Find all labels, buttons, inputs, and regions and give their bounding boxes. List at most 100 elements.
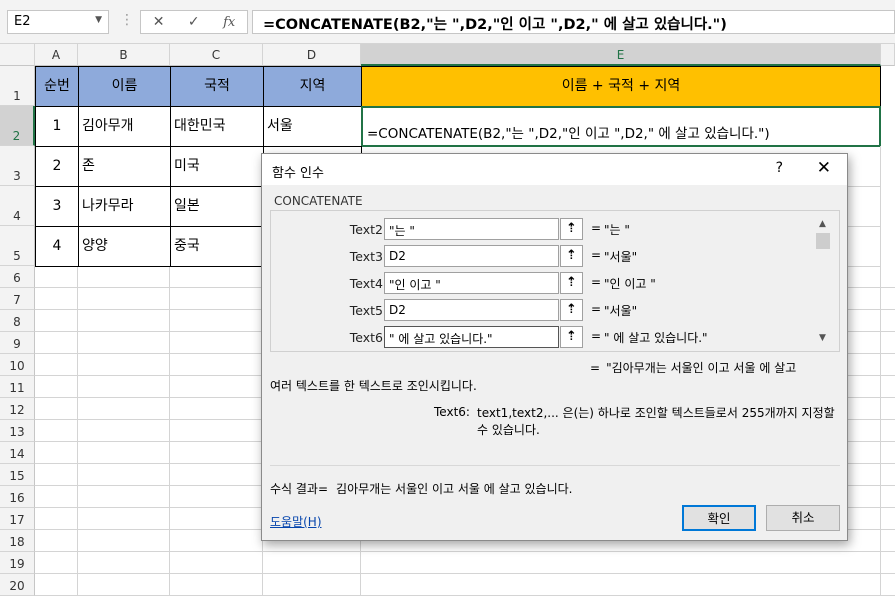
equals-sign: = bbox=[591, 302, 602, 316]
formula-buttons: ✕ ✓ fx bbox=[140, 10, 248, 34]
header-cell-nationality[interactable]: 국적 bbox=[170, 66, 264, 107]
row-header[interactable]: 19 bbox=[0, 552, 35, 574]
argument-input-active[interactable]: " 에 살고 있습니다." bbox=[384, 326, 559, 348]
collapse-dialog-icon[interactable]: ⇡ bbox=[560, 218, 583, 240]
row-header[interactable]: 2 bbox=[0, 106, 35, 146]
row-number: 4 bbox=[13, 209, 21, 223]
scroll-down-icon[interactable]: ▼ bbox=[814, 333, 831, 343]
argument-label: Text3 bbox=[349, 249, 383, 264]
argument-input[interactable]: "는 " bbox=[384, 218, 559, 240]
function-name: CONCATENATE bbox=[274, 194, 363, 208]
arguments-panel: Text2 "는 " ⇡ = "는 " Text3 D2 ⇡ = "서울" Te… bbox=[270, 210, 840, 352]
cell-a2[interactable]: 1 bbox=[35, 106, 79, 147]
column-header-b[interactable]: B bbox=[78, 44, 170, 66]
column-header-e[interactable]: E bbox=[361, 44, 881, 66]
help-question-icon[interactable]: ? bbox=[776, 160, 783, 176]
row-number: 11 bbox=[9, 381, 25, 395]
row-header[interactable]: 3 bbox=[0, 146, 35, 186]
row-header[interactable]: 17 bbox=[0, 508, 35, 530]
cell-b3[interactable]: 존 bbox=[78, 146, 171, 187]
row-number: 9 bbox=[13, 337, 21, 351]
scroll-thumb[interactable] bbox=[816, 233, 830, 249]
row-header[interactable]: 11 bbox=[0, 376, 35, 398]
cell-a4[interactable]: 3 bbox=[35, 186, 79, 227]
row-header[interactable]: 7 bbox=[0, 288, 35, 310]
cell-c4[interactable]: 일본 bbox=[170, 186, 264, 227]
argument-input[interactable]: "인 이고 " bbox=[384, 272, 559, 294]
row-header[interactable]: 15 bbox=[0, 464, 35, 486]
cancel-button[interactable]: 취소 bbox=[766, 505, 840, 531]
name-box[interactable]: E2 ▼ bbox=[7, 10, 109, 34]
collapse-dialog-icon[interactable]: ⇡ bbox=[560, 272, 583, 294]
cell-b5[interactable]: 양양 bbox=[78, 226, 171, 267]
row-number: 14 bbox=[9, 447, 25, 461]
row-header[interactable]: 18 bbox=[0, 530, 35, 552]
formula-input[interactable]: =CONCATENATE(B2,"는 ",D2,"인 이고 ",D2," 에 살… bbox=[252, 10, 895, 34]
equals-sign: = bbox=[591, 329, 602, 343]
name-box-value: E2 bbox=[14, 14, 31, 29]
column-header-d[interactable]: D bbox=[263, 44, 361, 66]
cell-b2[interactable]: 김아무개 bbox=[78, 106, 171, 147]
row-header[interactable]: 20 bbox=[0, 574, 35, 596]
select-all-corner[interactable] bbox=[0, 44, 35, 66]
argument-input[interactable]: D2 bbox=[384, 245, 559, 267]
equals-sign: = bbox=[591, 248, 602, 262]
insert-function-icon[interactable]: fx bbox=[223, 15, 235, 30]
row-header[interactable]: 13 bbox=[0, 420, 35, 442]
cell-a5[interactable]: 4 bbox=[35, 226, 79, 267]
ok-button[interactable]: 확인 bbox=[682, 505, 756, 531]
column-header-f[interactable] bbox=[881, 44, 895, 66]
header-cell-name[interactable]: 이름 bbox=[78, 66, 171, 107]
row-header[interactable]: 1 bbox=[0, 66, 35, 106]
collapse-dialog-icon[interactable]: ⇡ bbox=[560, 326, 583, 348]
collapse-dialog-icon[interactable]: ⇡ bbox=[560, 299, 583, 321]
chevron-down-icon[interactable]: ▼ bbox=[95, 15, 102, 25]
row-header[interactable]: 9 bbox=[0, 332, 35, 354]
divider bbox=[270, 465, 840, 466]
function-result-preview: = "김아무개는 서울인 이고 서울 에 살고 bbox=[590, 359, 805, 376]
cancel-edit-icon[interactable]: ✕ bbox=[153, 14, 165, 30]
equals-sign: = bbox=[591, 221, 602, 235]
argument-label: Text5 bbox=[349, 303, 383, 318]
header-cell-order[interactable]: 순번 bbox=[35, 66, 79, 107]
cell-d2[interactable]: 서울 bbox=[263, 106, 362, 147]
row-header[interactable]: 4 bbox=[0, 186, 35, 226]
column-header-a[interactable]: A bbox=[35, 44, 78, 66]
cell-a3[interactable]: 2 bbox=[35, 146, 79, 187]
row-number: 12 bbox=[9, 403, 25, 417]
row-header[interactable]: 12 bbox=[0, 398, 35, 420]
argument-row: Text2 "는 " ⇡ = "는 " bbox=[271, 217, 831, 241]
row-header[interactable]: 10 bbox=[0, 354, 35, 376]
column-header-c[interactable]: C bbox=[170, 44, 263, 66]
confirm-edit-icon[interactable]: ✓ bbox=[188, 14, 200, 30]
row-number: 6 bbox=[13, 271, 21, 285]
argument-input[interactable]: D2 bbox=[384, 299, 559, 321]
row-header[interactable]: 8 bbox=[0, 310, 35, 332]
row-number: 19 bbox=[9, 557, 25, 571]
row-header[interactable]: 5 bbox=[0, 226, 35, 266]
row-header[interactable]: 16 bbox=[0, 486, 35, 508]
cell-c5[interactable]: 중국 bbox=[170, 226, 264, 267]
header-cell-region[interactable]: 지역 bbox=[263, 66, 362, 107]
row-header[interactable]: 6 bbox=[0, 266, 35, 288]
cell-e2-active[interactable]: =CONCATENATE(B2,"는 ",D2,"인 이고 ",D2," 에 살… bbox=[361, 106, 881, 147]
equals-sign: = bbox=[590, 361, 601, 375]
argument-value: "인 이고 " bbox=[604, 277, 656, 291]
cell-b4[interactable]: 나카무라 bbox=[78, 186, 171, 227]
cell-c3[interactable]: 미국 bbox=[170, 146, 264, 187]
row-number: 18 bbox=[9, 535, 25, 549]
close-icon[interactable]: ✕ bbox=[817, 158, 831, 178]
cell-c2[interactable]: 대한민국 bbox=[170, 106, 264, 147]
argument-label: Text4 bbox=[349, 276, 383, 291]
equals-sign: = bbox=[591, 275, 602, 289]
row-number: 2 bbox=[12, 129, 21, 143]
arguments-scrollbar[interactable]: ▲ ▼ bbox=[814, 219, 831, 343]
row-number: 7 bbox=[13, 293, 21, 307]
collapse-dialog-icon[interactable]: ⇡ bbox=[560, 245, 583, 267]
scroll-up-icon[interactable]: ▲ bbox=[814, 219, 831, 229]
header-cell-combined[interactable]: 이름 + 국적 + 지역 bbox=[361, 66, 881, 107]
help-link[interactable]: 도움말(H) bbox=[270, 513, 322, 530]
dialog-titlebar[interactable]: 함수 인수 ? ✕ bbox=[262, 154, 847, 185]
formula-result-value: 김아무개는 서울인 이고 서울 에 살고 있습니다. bbox=[336, 482, 573, 496]
row-header[interactable]: 14 bbox=[0, 442, 35, 464]
